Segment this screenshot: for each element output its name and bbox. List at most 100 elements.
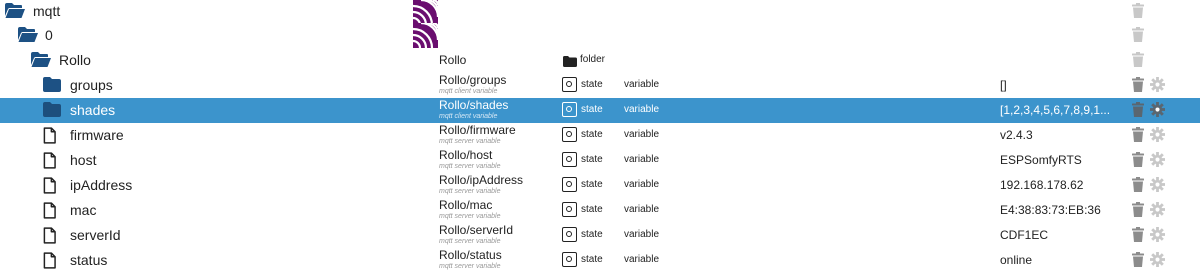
- object-id: Rollo/host: [439, 148, 493, 162]
- mqtt-adapter-icon: [412, 21, 440, 49]
- tree-row-host[interactable]: host Rollo/host mqtt server variable state v…: [0, 148, 1200, 173]
- settings-gear-icon[interactable]: [1150, 102, 1165, 117]
- object-description: mqtt server variable: [439, 163, 501, 170]
- object-type: folder: [580, 54, 606, 65]
- object-value[interactable]: E4:38:83:73:EB:36: [1000, 198, 1101, 223]
- object-value[interactable]: [1,2,3,4,5,6,7,8,9,1...: [1000, 98, 1110, 123]
- delete-icon[interactable]: [1132, 252, 1144, 267]
- delete-icon[interactable]: [1132, 227, 1144, 242]
- file-icon[interactable]: [43, 202, 63, 219]
- state-type-icon: [562, 177, 577, 192]
- file-icon[interactable]: [43, 127, 63, 144]
- file-icon[interactable]: [43, 252, 63, 269]
- object-id: Rollo: [439, 53, 467, 67]
- tree-item-name: Rollo: [59, 52, 91, 68]
- object-value[interactable]: []: [1000, 73, 1007, 98]
- object-role: variable: [624, 104, 660, 115]
- object-type: state: [581, 204, 603, 215]
- object-type: state: [581, 179, 603, 190]
- settings-gear-icon[interactable]: [1150, 152, 1165, 167]
- object-description: mqtt client variable: [439, 88, 498, 95]
- state-type-icon: [562, 227, 577, 242]
- tree-item-name: firmware: [70, 127, 124, 143]
- settings-gear-icon[interactable]: [1150, 252, 1165, 267]
- object-id: Rollo/status: [439, 248, 502, 262]
- tree-row-ipaddress[interactable]: ipAddress Rollo/ipAddress mqtt server vari…: [0, 173, 1200, 198]
- object-id: Rollo/firmware: [439, 123, 516, 137]
- tree-item-name: status: [70, 252, 108, 268]
- tree-row-mqtt[interactable]: mqtt: [0, 0, 1200, 26]
- object-value[interactable]: online: [1000, 248, 1032, 272]
- folder-type-icon: [563, 54, 577, 67]
- state-type-icon: [562, 77, 577, 92]
- file-icon[interactable]: [43, 177, 63, 194]
- state-type-icon: [562, 202, 577, 217]
- object-type: state: [581, 79, 603, 90]
- mqtt-adapter-icon: [412, 0, 440, 26]
- object-id-cell: Rollo/serverId mqtt server variable: [439, 223, 559, 248]
- object-id: Rollo/mac: [439, 198, 493, 212]
- settings-gear-icon[interactable]: [1150, 202, 1165, 217]
- folder-open-icon[interactable]: [5, 3, 25, 20]
- object-value[interactable]: ESPSomfyRTS: [1000, 148, 1082, 173]
- file-icon[interactable]: [43, 227, 63, 244]
- tree-row-serverid[interactable]: serverId Rollo/serverId mqtt server variab…: [0, 223, 1200, 248]
- state-type-icon: [562, 152, 577, 167]
- object-id-cell: Rollo/shades mqtt client variable: [439, 98, 559, 123]
- object-role: variable: [624, 204, 660, 215]
- folder-icon[interactable]: [43, 102, 63, 119]
- object-description: mqtt server variable: [439, 213, 501, 220]
- object-value[interactable]: CDF1EC: [1000, 223, 1048, 248]
- folder-open-icon[interactable]: [31, 52, 51, 69]
- delete-icon[interactable]: [1132, 152, 1144, 167]
- tree-item-name: mqtt: [33, 3, 61, 19]
- object-description: mqtt server variable: [439, 188, 501, 195]
- tree-row-0[interactable]: 0: [0, 21, 1200, 49]
- object-description: mqtt server variable: [439, 138, 501, 145]
- object-description: mqtt server variable: [439, 263, 501, 270]
- object-value[interactable]: 192.168.178.62: [1000, 173, 1083, 198]
- tree-item-name: groups: [70, 77, 113, 93]
- settings-gear-icon[interactable]: [1150, 127, 1165, 142]
- object-id-cell: Rollo/host mqtt server variable: [439, 148, 559, 173]
- file-icon[interactable]: [43, 152, 63, 169]
- delete-icon[interactable]: [1132, 177, 1144, 192]
- object-role: variable: [624, 229, 660, 240]
- object-id: Rollo/groups: [439, 73, 507, 87]
- folder-icon[interactable]: [43, 77, 63, 94]
- delete-icon[interactable]: [1132, 102, 1144, 117]
- object-value[interactable]: v2.4.3: [1000, 123, 1033, 148]
- delete-icon[interactable]: [1132, 3, 1144, 18]
- tree-item-name: 0: [45, 27, 53, 43]
- tree-row-groups[interactable]: groups Rollo/groups mqtt client variable st…: [0, 73, 1200, 98]
- delete-icon[interactable]: [1132, 77, 1144, 92]
- delete-icon[interactable]: [1132, 202, 1144, 217]
- object-type: state: [581, 129, 603, 140]
- tree-item-name: ipAddress: [70, 177, 133, 193]
- object-id: Rollo/shades: [439, 98, 509, 112]
- tree-row-status[interactable]: status Rollo/status mqtt server variable st…: [0, 248, 1200, 272]
- tree-row-shades[interactable]: shades Rollo/shades mqtt client variable st…: [0, 98, 1200, 123]
- object-type: state: [581, 254, 603, 265]
- tree-item-name: mac: [70, 202, 97, 218]
- object-id-cell: Rollo/ipAddress mqtt server variable: [439, 173, 559, 198]
- object-type: state: [581, 229, 603, 240]
- state-type-icon: [562, 102, 577, 117]
- folder-open-icon[interactable]: [18, 27, 38, 44]
- delete-icon[interactable]: [1132, 127, 1144, 142]
- object-role: variable: [624, 154, 660, 165]
- tree-row-firmware[interactable]: firmware Rollo/firmware mqtt server variab…: [0, 123, 1200, 148]
- state-type-icon: [562, 127, 577, 142]
- tree-row-rollo[interactable]: Rollo Rollo folder: [0, 48, 1200, 73]
- settings-gear-icon[interactable]: [1150, 177, 1165, 192]
- delete-icon[interactable]: [1132, 27, 1144, 42]
- tree-item-name: serverId: [70, 227, 121, 243]
- object-id: Rollo/ipAddress: [439, 173, 524, 187]
- tree-item-name: shades: [70, 102, 116, 118]
- tree-row-mac[interactable]: mac Rollo/mac mqtt server variable state var…: [0, 198, 1200, 223]
- settings-gear-icon[interactable]: [1150, 227, 1165, 242]
- object-role: variable: [624, 129, 660, 140]
- settings-gear-icon[interactable]: [1150, 77, 1165, 92]
- object-id: Rollo/serverId: [439, 223, 514, 237]
- delete-icon[interactable]: [1132, 52, 1144, 67]
